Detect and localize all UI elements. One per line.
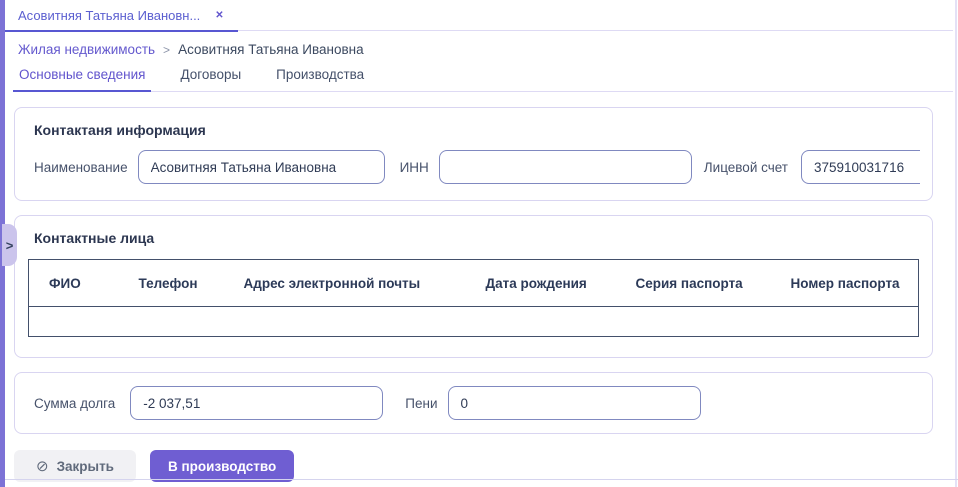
contact-persons-title: Контактные лица xyxy=(34,230,155,246)
sidebar-expand-toggle[interactable]: > xyxy=(2,224,17,266)
breadcrumb: Жилая недвижимость > Асовитняя Татьяна И… xyxy=(5,31,953,57)
table-empty-row xyxy=(28,306,919,337)
col-passport-series: Серия паспорта xyxy=(615,259,771,307)
contact-info-fields: Наименование ИНН Лицевой счет xyxy=(34,150,920,184)
col-email: Адрес электронной почты xyxy=(223,259,466,307)
debt-sum-label: Сумма долга xyxy=(34,395,116,411)
to-production-button[interactable]: В производство xyxy=(150,450,295,482)
inn-label: ИНН xyxy=(399,159,429,175)
col-fio: ФИО xyxy=(28,259,119,307)
page-tabs: Основные сведения Договоры Производства xyxy=(13,67,953,92)
breadcrumb-current: Асовитняя Татьяна Ивановна xyxy=(178,42,364,57)
right-border xyxy=(955,0,957,487)
contact-persons-card: Контактные лица ФИО Телефон Адрес электр… xyxy=(14,215,933,358)
main-area: Асовитняя Татьяна Ивановн... ✕ Жилая нед… xyxy=(5,0,953,482)
breadcrumb-separator: > xyxy=(163,42,171,57)
debt-sum-field[interactable] xyxy=(130,386,384,420)
inn-field[interactable] xyxy=(438,150,692,184)
col-passport-number: Номер паспорта xyxy=(770,259,919,307)
action-buttons: ⊘ Закрыть В производство xyxy=(14,450,953,482)
personal-account-label: Лицевой счет xyxy=(703,159,788,175)
col-phone: Телефон xyxy=(118,259,224,307)
chevron-right-icon: > xyxy=(5,237,14,253)
close-tab-icon[interactable]: ✕ xyxy=(215,10,223,21)
close-button-label: Закрыть xyxy=(56,458,114,474)
tab-productions[interactable]: Производства xyxy=(270,67,370,91)
table-header-row: ФИО Телефон Адрес электронной почты Дата… xyxy=(28,259,919,307)
window-tab-title: Асовитняя Татьяна Ивановн... xyxy=(18,8,201,23)
window-tab-bar: Асовитняя Татьяна Ивановн... ✕ xyxy=(5,0,953,32)
breadcrumb-link-housing[interactable]: Жилая недвижимость xyxy=(18,42,155,57)
contact-info-card: Контактаня информация Наименование ИНН Л… xyxy=(14,107,933,201)
personal-account-field[interactable] xyxy=(800,150,920,184)
contact-info-title: Контактаня информация xyxy=(34,122,206,138)
contact-persons-table: ФИО Телефон Адрес электронной почты Дата… xyxy=(28,259,919,337)
debt-card: Сумма долга Пени xyxy=(14,372,933,434)
name-label: Наименование xyxy=(34,159,128,175)
cancel-icon: ⊘ xyxy=(36,457,49,475)
window-tab-client[interactable]: Асовитняя Татьяна Ивановн... ✕ xyxy=(5,0,238,32)
bottom-border xyxy=(0,479,958,480)
col-birthdate: Дата рождения xyxy=(465,259,616,307)
tab-contracts[interactable]: Договоры xyxy=(174,67,247,91)
penalty-label: Пени xyxy=(405,395,438,411)
tab-main-info[interactable]: Основные сведения xyxy=(13,67,152,92)
close-button[interactable]: ⊘ Закрыть xyxy=(14,450,136,482)
name-field[interactable] xyxy=(137,150,385,184)
penalty-field[interactable] xyxy=(447,386,701,420)
